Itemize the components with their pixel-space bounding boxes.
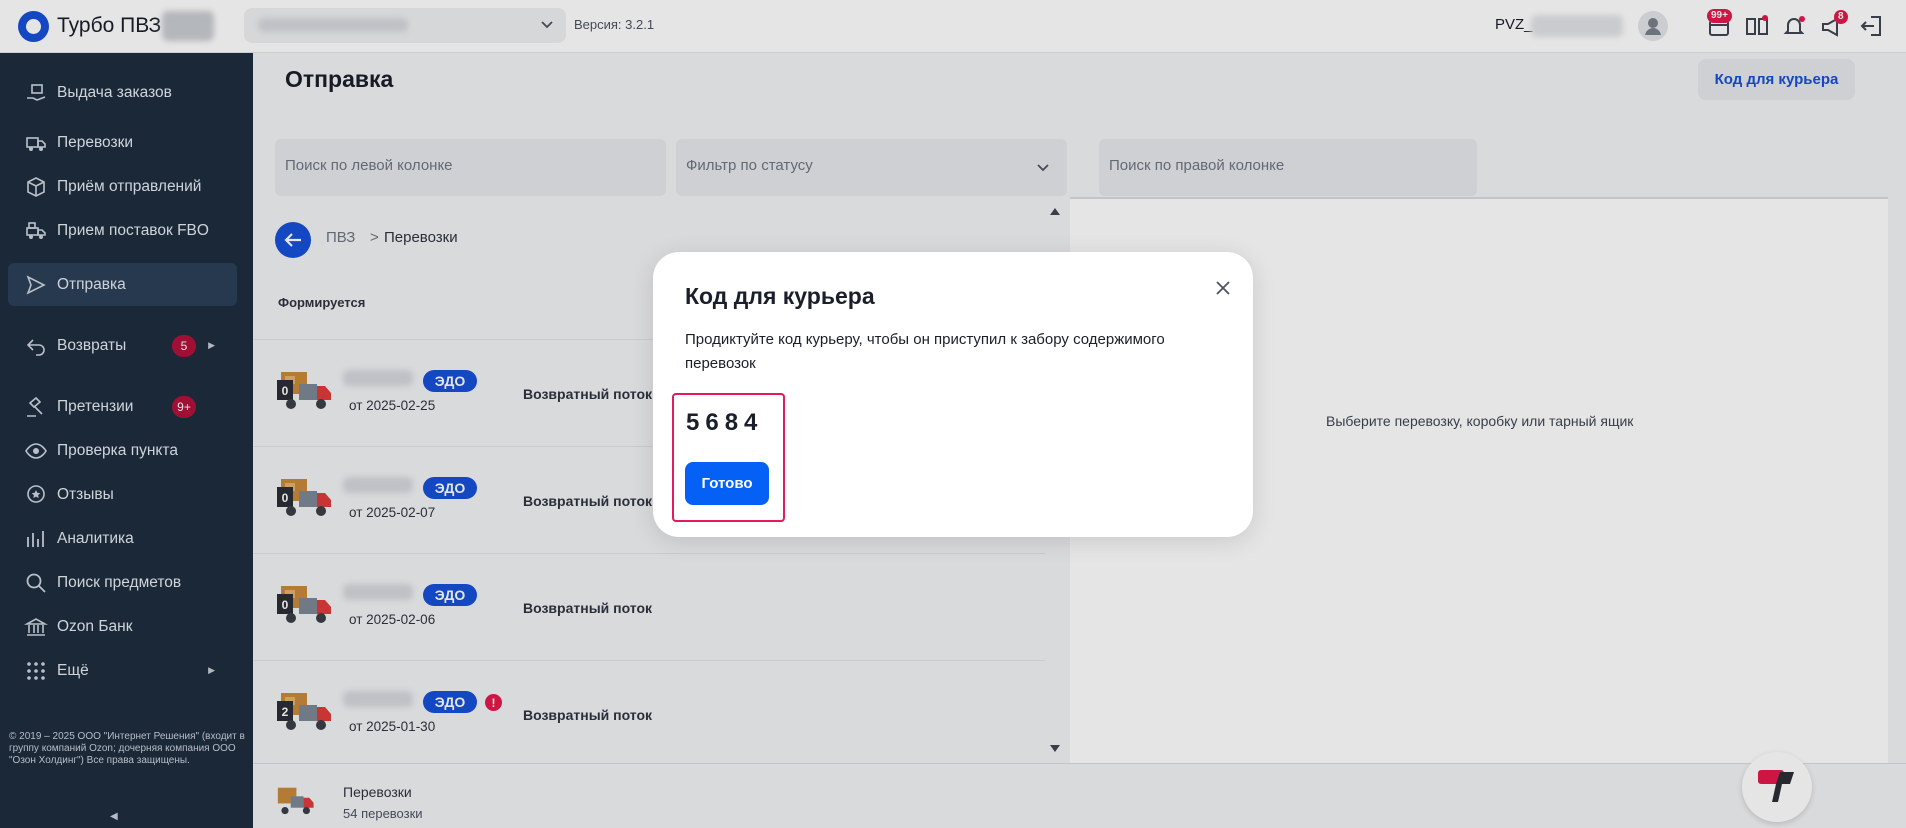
courier-code: 5684 <box>686 409 764 436</box>
courier-code-dialog: Код для курьера Продиктуйте код курьеру,… <box>653 252 1253 537</box>
done-button[interactable]: Готово <box>685 462 769 505</box>
dialog-title: Код для курьера <box>685 283 875 309</box>
close-icon[interactable] <box>1211 276 1235 300</box>
dialog-text: Продиктуйте код курьеру, чтобы он присту… <box>685 331 1165 372</box>
